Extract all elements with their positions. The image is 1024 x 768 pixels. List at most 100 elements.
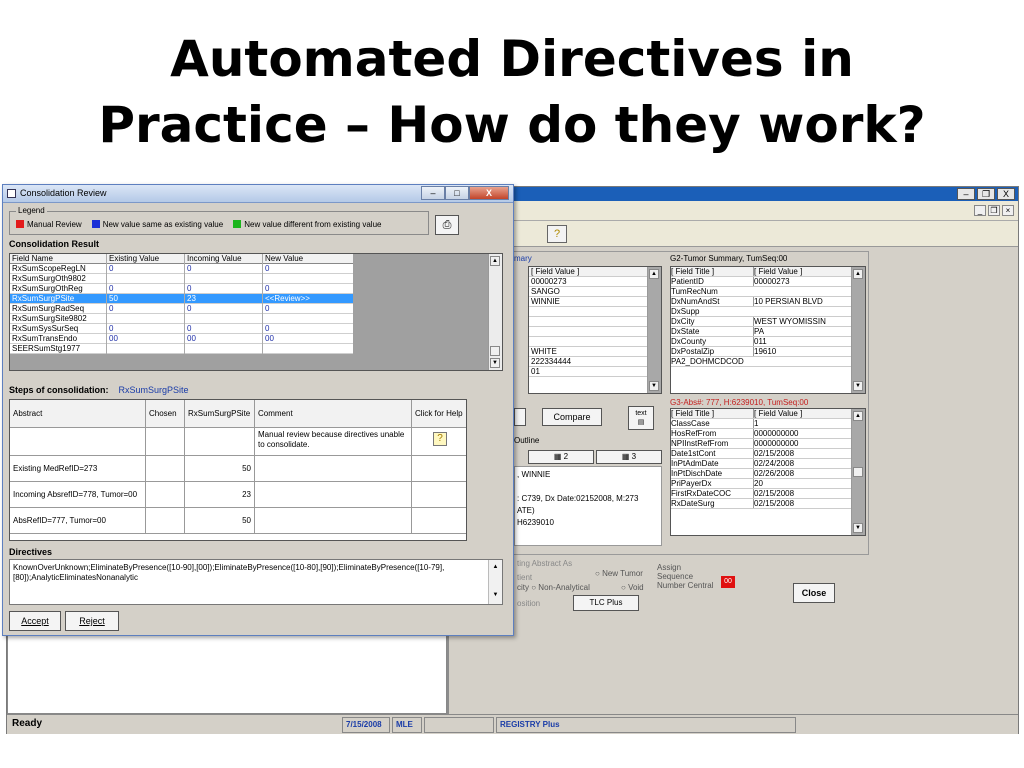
maximize-icon[interactable]: □ — [445, 186, 469, 200]
steps-cell-chosen[interactable] — [146, 482, 185, 507]
close-icon[interactable]: X — [469, 186, 509, 200]
result-row[interactable]: RxSumSurgRadSeq 0 0 0 — [10, 304, 353, 314]
g3-row[interactable]: PriPayerDx 20 — [671, 479, 865, 489]
g2-grid[interactable]: [ Field Title ] [ Field Value ] PatientI… — [670, 266, 866, 394]
directives-scrollbar[interactable]: ▲ ▼ — [488, 560, 502, 604]
main-minimize-icon[interactable]: – — [957, 188, 975, 200]
result-row[interactable]: RxSumSurgOth9802 — [10, 274, 353, 284]
consolidation-result-grid[interactable]: Field Name Existing Value Incoming Value Ne… — [9, 253, 503, 371]
option-void[interactable]: ○ Void — [621, 583, 644, 592]
g2-row[interactable]: PA2_DOHMCDCOD — [671, 357, 865, 367]
steps-cell-chosen[interactable] — [146, 428, 185, 455]
result-row[interactable]: RxSumSurgPSite 50 23 <<Review>> — [10, 294, 353, 304]
result-scroll-down-icon[interactable]: ▼ — [490, 358, 500, 368]
g2-row[interactable]: TumRecNum — [671, 287, 865, 297]
steps-row[interactable]: Manual review because directives unable … — [10, 428, 466, 456]
main-restore-icon[interactable]: ❐ — [977, 188, 995, 200]
mdi-close-icon[interactable]: × — [1002, 205, 1014, 216]
result-row[interactable]: RxSumTransEndo 00 00 00 — [10, 334, 353, 344]
option-tient[interactable]: tient — [517, 573, 532, 582]
g1-row[interactable]: SANGO — [529, 287, 647, 297]
g2-row[interactable]: PatientID 00000273 — [671, 277, 865, 287]
steps-row[interactable]: Incoming AbsrefID=778, Tumor=00 23 — [10, 482, 466, 508]
left-nav-button[interactable] — [514, 408, 526, 426]
g3-row[interactable]: RxDateSurg 02/15/2008 — [671, 499, 865, 509]
steps-row[interactable]: Existing MedRefID=273 50 — [10, 456, 466, 482]
steps-column-header[interactable]: Chosen — [146, 400, 185, 427]
steps-column-header[interactable]: Click for Help — [412, 400, 468, 427]
g2-scroll-up-icon[interactable]: ▲ — [853, 269, 863, 279]
g1-row[interactable]: WHITE — [529, 347, 647, 357]
minimize-icon[interactable]: – — [421, 186, 445, 200]
g3-scroll-up-icon[interactable]: ▲ — [853, 411, 863, 421]
option-non-analytical[interactable]: city ○ Non-Analytical — [517, 583, 590, 592]
g1-row[interactable] — [529, 327, 647, 337]
consolidation-titlebar[interactable]: Consolidation Review – □ X — [3, 185, 513, 203]
reject-button[interactable]: Reject — [65, 611, 119, 631]
g1-row[interactable] — [529, 317, 647, 327]
outline-tab-3[interactable]: ▦ 3 — [596, 450, 662, 464]
result-row[interactable]: RxSumSurgOthReg 0 0 0 — [10, 284, 353, 294]
tlc-plus-button[interactable]: TLC Plus — [573, 595, 639, 611]
result-column-header[interactable]: Existing Value — [106, 254, 184, 264]
steps-cell-chosen[interactable] — [146, 508, 185, 533]
steps-column-header[interactable]: Abstract — [10, 400, 146, 427]
g1-grid[interactable]: [ Field Value ] 00000273 SANGO WINNIE WHITE… — [528, 266, 662, 394]
g1-scroll-up-icon[interactable]: ▲ — [649, 269, 659, 279]
directives-textarea[interactable]: KnownOverUnknown;EliminateByPresence([10… — [9, 559, 503, 605]
main-close-icon[interactable]: X — [997, 188, 1015, 200]
outline-tree[interactable]: , WINNIE : C739, Dx Date:02152008, M:273 A… — [514, 466, 662, 546]
g2-row[interactable]: DxState PA — [671, 327, 865, 337]
steps-cell-chosen[interactable] — [146, 456, 185, 481]
result-column-header[interactable]: Field Name — [10, 254, 106, 264]
g1-row[interactable]: 00000273 — [529, 277, 647, 287]
mdi-minimize-icon[interactable]: _ — [974, 205, 986, 216]
steps-row[interactable]: AbsRefID=777, Tumor=00 50 — [10, 508, 466, 534]
g2-row[interactable]: DxCity WEST WYOMISSIN — [671, 317, 865, 327]
g1-row[interactable]: WINNIE — [529, 297, 647, 307]
mdi-restore-icon[interactable]: ❐ — [988, 205, 1000, 216]
g2-scroll-down-icon[interactable]: ▼ — [853, 381, 863, 391]
result-row[interactable]: RxSumSurgSite9802 — [10, 314, 353, 324]
outline-node[interactable]: H6239010 — [517, 517, 659, 529]
accept-button[interactable]: Accept — [9, 611, 61, 631]
result-row[interactable]: SEERSumStg1977 — [10, 344, 353, 354]
steps-column-header[interactable]: RxSumSurgPSite — [185, 400, 255, 427]
g3-row[interactable]: HosRefFrom 0000000000 — [671, 429, 865, 439]
close-button[interactable]: Close — [793, 583, 835, 603]
g3-grid[interactable]: [ Field Title ] [ Field Value ] ClassCas… — [670, 408, 866, 536]
directives-scroll-down-icon[interactable]: ▼ — [489, 590, 502, 600]
result-scrollbar[interactable]: ▲ ▼ — [488, 254, 502, 370]
result-column-header[interactable]: New Value — [262, 254, 353, 264]
g2-row[interactable]: DxPostalZip 19610 — [671, 347, 865, 357]
g1-row[interactable] — [529, 307, 647, 317]
g2-row[interactable]: DxNumAndSt 10 PERSIAN BLVD — [671, 297, 865, 307]
steps-grid[interactable]: Abstract Chosen RxSumSurgPSite Comment Click… — [9, 399, 467, 541]
result-scroll-thumb[interactable] — [490, 346, 500, 356]
outline-tab-2[interactable]: ▦ 2 — [528, 450, 594, 464]
result-row[interactable]: RxSumSysSurSeq 0 0 0 — [10, 324, 353, 334]
g3-row[interactable]: InPtDischDate 02/26/2008 — [671, 469, 865, 479]
outline-node[interactable]: , WINNIE — [517, 469, 659, 481]
assign-sequence-value[interactable]: 00 — [721, 576, 735, 588]
g2-row[interactable]: DxCounty 011 — [671, 337, 865, 347]
g1-row[interactable] — [529, 337, 647, 347]
result-scroll-up-icon[interactable]: ▲ — [490, 256, 500, 266]
g1-row[interactable]: 222334444 — [529, 357, 647, 367]
g1-row[interactable]: 01 — [529, 367, 647, 377]
result-column-header[interactable]: Incoming Value — [184, 254, 262, 264]
directives-scroll-up-icon[interactable]: ▲ — [489, 562, 502, 572]
steps-column-header[interactable]: Comment — [255, 400, 412, 427]
g3-row[interactable]: FirstRxDateCOC 02/15/2008 — [671, 489, 865, 499]
outline-node[interactable]: ATE) — [517, 505, 659, 517]
g3-scroll-thumb[interactable] — [853, 467, 863, 477]
outline-node[interactable] — [517, 481, 659, 493]
compare-button[interactable]: Compare — [542, 408, 602, 426]
g3-row[interactable]: Date1stCont 02/15/2008 — [671, 449, 865, 459]
g3-row[interactable]: ClassCase 1 — [671, 419, 865, 429]
option-new-tumor[interactable]: ○ New Tumor — [595, 569, 643, 578]
outline-node[interactable]: : C739, Dx Date:02152008, M:273 — [517, 493, 659, 505]
text-view-button[interactable]: text ▤ — [628, 406, 654, 430]
g2-row[interactable]: DxSupp — [671, 307, 865, 317]
g3-row[interactable]: InPtAdmDate 02/24/2008 — [671, 459, 865, 469]
